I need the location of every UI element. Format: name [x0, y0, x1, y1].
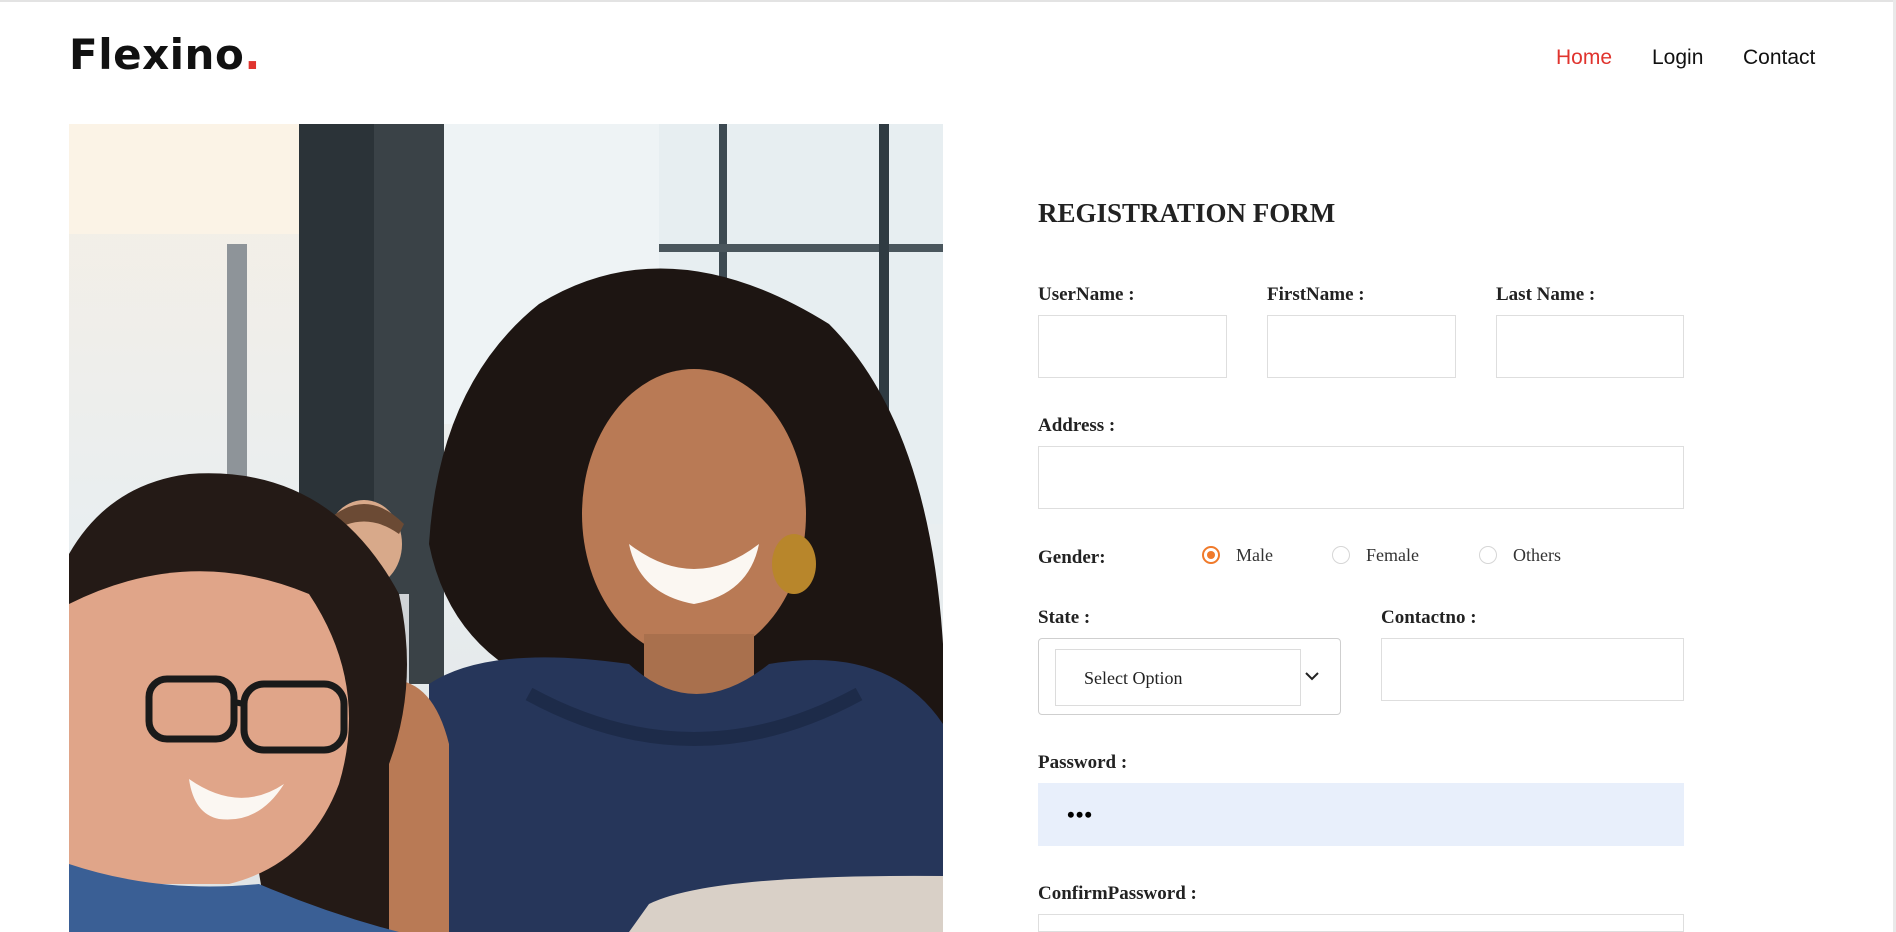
brand-dot: .	[244, 30, 261, 79]
form-title: REGISTRATION FORM	[1038, 198, 1336, 228]
lastname-input[interactable]	[1496, 315, 1684, 378]
state-select[interactable]: Select Option	[1038, 638, 1341, 715]
confirm-password-label: ConfirmPassword :	[1038, 883, 1197, 904]
firstname-label: FirstName :	[1267, 284, 1365, 305]
gender-male-label[interactable]: Male	[1236, 545, 1273, 566]
gender-female-label[interactable]: Female	[1366, 545, 1419, 566]
gender-male-radio[interactable]	[1202, 546, 1220, 564]
hero-photo	[69, 124, 943, 932]
username-input[interactable]	[1038, 315, 1227, 378]
gender-others-label[interactable]: Others	[1513, 545, 1561, 566]
state-label: State :	[1038, 607, 1091, 628]
contact-input[interactable]	[1381, 638, 1684, 701]
address-label: Address :	[1038, 415, 1116, 436]
confirm-password-input[interactable]	[1038, 914, 1684, 932]
gender-others-radio[interactable]	[1479, 546, 1497, 564]
password-input[interactable]	[1038, 783, 1684, 846]
brand-name: Flexino	[69, 30, 245, 79]
address-input[interactable]	[1038, 446, 1684, 509]
nav-home-link[interactable]: Home	[1556, 46, 1612, 70]
firstname-input[interactable]	[1267, 315, 1456, 378]
nav-contact-link[interactable]: Contact	[1743, 46, 1815, 70]
brand-logo[interactable]: Flexino.	[69, 30, 261, 79]
contact-label: Contactno :	[1381, 607, 1477, 628]
state-select-value[interactable]: Select Option	[1055, 649, 1301, 706]
lastname-label: Last Name :	[1496, 284, 1596, 305]
chevron-down-icon[interactable]	[1304, 670, 1320, 682]
gender-female-radio[interactable]	[1332, 546, 1350, 564]
top-border	[0, 0, 1896, 2]
nav-login-link[interactable]: Login	[1652, 46, 1703, 70]
gender-label: Gender:	[1038, 547, 1106, 568]
password-label: Password :	[1038, 752, 1128, 773]
username-label: UserName :	[1038, 284, 1135, 305]
